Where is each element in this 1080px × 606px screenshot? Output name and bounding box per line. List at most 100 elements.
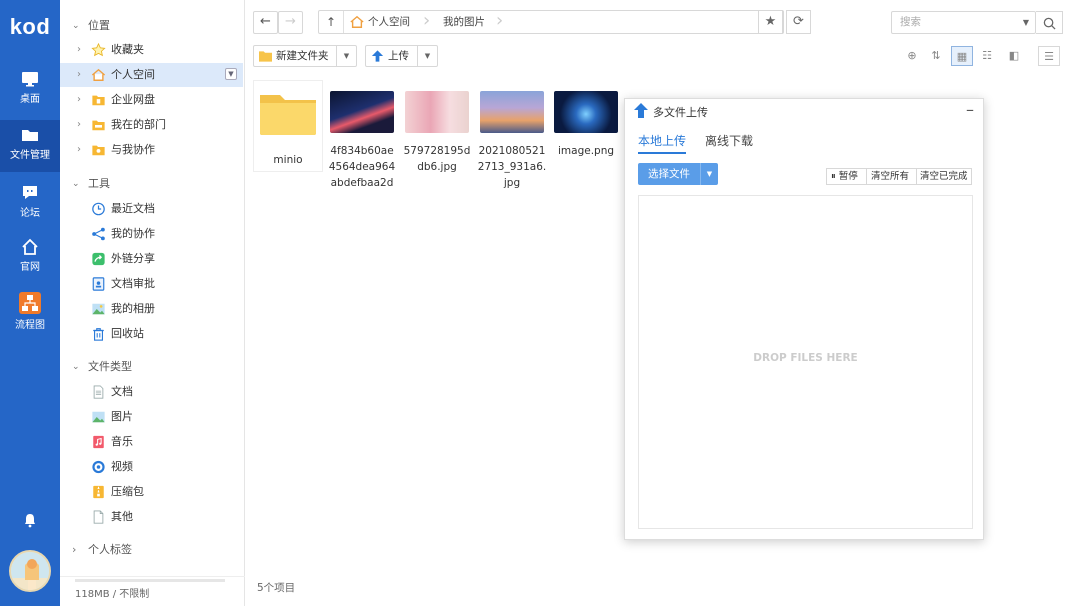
forward-button[interactable]: →	[278, 11, 303, 34]
drop-zone-text: DROP FILES HERE	[753, 352, 858, 364]
monitor-icon	[22, 72, 38, 87]
breadcrumb-item[interactable]: 个人空间	[368, 11, 410, 33]
tree-item-music[interactable]: 音乐	[60, 430, 243, 454]
clear-all-button[interactable]: 清空所有	[867, 169, 917, 184]
drop-zone[interactable]: DROP FILES HERE	[638, 195, 973, 529]
pause-button[interactable]: ⏸ 暂停	[827, 169, 867, 184]
tree-item-other[interactable]: 其他	[60, 505, 243, 529]
tree-label: 文档审批	[111, 277, 155, 290]
minimize-button[interactable]: –	[966, 100, 974, 119]
home-icon	[22, 238, 38, 255]
zip-icon	[93, 485, 104, 499]
refresh-button[interactable]: ⟳	[786, 10, 811, 34]
details-toggle-button[interactable]: ☰	[1038, 46, 1060, 66]
section-file-types[interactable]: ⌄ 文件类型	[60, 356, 245, 378]
arrow-up-icon: ↑	[325, 15, 337, 29]
tree-label: 我的协作	[111, 227, 155, 240]
tree-item-link-share[interactable]: 外链分享	[60, 247, 243, 271]
upload-icon	[371, 50, 384, 62]
file-item-image[interactable]: image.png	[551, 80, 621, 159]
file-item-image[interactable]: 20210805212713_931a6.jpg	[477, 80, 547, 191]
rail-item-file-manager[interactable]: 文件管理	[0, 120, 60, 172]
album-icon	[92, 303, 105, 315]
back-button[interactable]: ←	[253, 11, 278, 34]
sort-icon: ⇅	[931, 49, 941, 62]
choose-files-button[interactable]: 选择文件 ▼	[638, 163, 718, 185]
section-tools[interactable]: ⌄ 工具	[60, 173, 245, 195]
rail-item-forum[interactable]: 论坛	[0, 184, 60, 236]
folder-icon	[260, 95, 316, 135]
tree-item-my-collab[interactable]: 我的协作	[60, 222, 243, 246]
tree-item-album[interactable]: 我的相册	[60, 297, 243, 321]
image-thumbnail	[554, 91, 618, 133]
section-label: 个人标签	[88, 543, 132, 556]
tree-label: 收藏夹	[111, 43, 144, 56]
clock-icon	[92, 202, 105, 216]
item-menu-button[interactable]: ▼	[225, 68, 237, 80]
chevron-down-icon[interactable]: ▼	[336, 46, 356, 66]
file-name: minio	[273, 154, 303, 166]
chevron-down-icon[interactable]: ▼	[1023, 12, 1029, 33]
favorite-button[interactable]: ★	[758, 10, 783, 34]
up-button[interactable]: ↑	[319, 11, 344, 33]
tree-label: 回收站	[111, 327, 144, 340]
search-input[interactable]: 搜索 ▼	[891, 11, 1036, 34]
music-icon	[93, 435, 104, 449]
tree-item-images[interactable]: 图片	[60, 405, 243, 429]
sort-button[interactable]: ⇅	[925, 46, 947, 66]
rail-item-website[interactable]: 官网	[0, 238, 60, 290]
tree-item-recycle[interactable]: 回收站	[60, 322, 243, 346]
app-logo[interactable]: kod	[0, 14, 60, 40]
file-item-image[interactable]: 4f834b60ae4564dea964abdefbaa2d	[327, 80, 397, 191]
rail-item-flowchart[interactable]: 流程图	[0, 292, 60, 344]
arrow-left-icon: ←	[260, 14, 271, 29]
icon-view-button[interactable]: ▦	[951, 46, 973, 66]
tree-item-enterprise[interactable]: › 企业网盘	[60, 88, 243, 112]
tree-item-personal-space[interactable]: › 个人空间 ▼	[60, 63, 243, 87]
search-icon	[1043, 17, 1056, 30]
tree-label: 文档	[111, 385, 133, 398]
tree-item-archives[interactable]: 压缩包	[60, 480, 243, 504]
breadcrumb: ↑ 个人空间 › 我的图片 ›	[318, 10, 784, 34]
upload-button[interactable]: 上传 ▼	[365, 45, 438, 67]
file-name: 4f834b60ae4564dea964abdefbaa2d	[328, 145, 396, 189]
avatar-icon[interactable]	[9, 550, 51, 592]
image-icon	[92, 411, 105, 423]
section-personal-tags[interactable]: › 个人标签	[60, 539, 245, 561]
file-item-image[interactable]: 579728195ddb6.jpg	[402, 80, 472, 175]
tree-item-video[interactable]: 视频	[60, 455, 243, 479]
file-item-folder[interactable]: minio	[253, 80, 323, 172]
list-icon: ☷	[982, 49, 992, 62]
chevron-down-icon[interactable]: ▼	[700, 163, 718, 185]
chevron-down-icon[interactable]: ▼	[417, 46, 437, 66]
tab-local-upload[interactable]: 本地上传	[638, 132, 687, 154]
folder-icon	[22, 130, 38, 141]
home-folder-icon	[350, 15, 364, 28]
tree-item-recent[interactable]: 最近文档	[60, 197, 243, 221]
split-icon: ◧	[1008, 49, 1020, 62]
tab-offline-download[interactable]: 离线下载	[705, 132, 753, 154]
tree-item-documents[interactable]: 文档	[60, 380, 243, 404]
search-button[interactable]	[1036, 11, 1063, 34]
section-position[interactable]: ⌄ 位置	[60, 15, 245, 37]
tree-item-department[interactable]: › 我在的部门	[60, 113, 243, 137]
breadcrumb-item[interactable]: 我的图片	[443, 11, 485, 33]
new-folder-button[interactable]: 新建文件夹 ▼	[253, 45, 357, 67]
collab-folder-icon	[92, 145, 105, 156]
tree-item-collab[interactable]: › 与我协作	[60, 138, 243, 162]
rail-item-desktop[interactable]: 桌面	[0, 70, 60, 122]
tree-label: 我在的部门	[111, 118, 166, 131]
zoom-button[interactable]: ⊕	[901, 46, 923, 66]
image-thumbnail	[330, 91, 394, 133]
file-name: image.png	[557, 145, 615, 157]
tree-item-approval[interactable]: 文档审批	[60, 272, 243, 296]
list-view-button[interactable]: ☷	[976, 46, 998, 66]
minimize-icon: –	[966, 100, 974, 119]
clear-done-button[interactable]: 清空已完成	[917, 169, 973, 184]
tree-label: 我的相册	[111, 302, 155, 315]
section-label: 位置	[88, 19, 110, 32]
tree-item-favorites[interactable]: › 收藏夹	[60, 38, 243, 62]
split-view-button[interactable]: ◧	[1003, 46, 1025, 66]
video-icon	[92, 460, 105, 474]
bell-icon[interactable]	[22, 512, 38, 528]
